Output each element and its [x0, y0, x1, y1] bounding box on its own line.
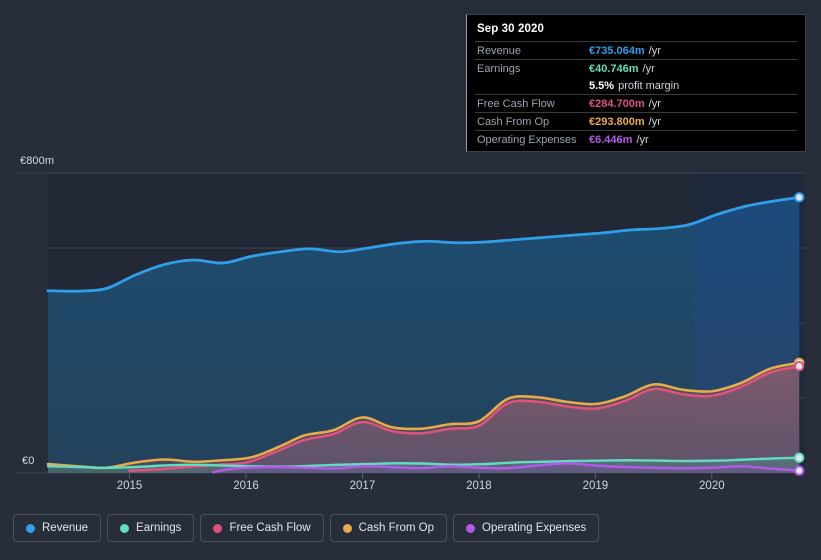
legend-item-earnings[interactable]: Earnings	[107, 514, 195, 542]
endpoint-marker	[793, 452, 805, 463]
legend-item-label: Revenue	[42, 522, 89, 534]
tooltip-row-unit: profit margin	[618, 79, 680, 92]
legend-color-dot-icon	[26, 523, 35, 533]
tooltip-row-label: Earnings	[477, 62, 521, 75]
tooltip-row-value: €293.800m	[589, 115, 645, 128]
legend-color-dot-icon	[120, 523, 130, 533]
legend-item-label: Free Cash Flow	[229, 522, 311, 534]
x-axis-label: 2020	[699, 480, 725, 492]
tooltip-row: Free Cash Flow €284.700m/yr	[475, 94, 797, 112]
x-axis-label: 2017	[349, 480, 376, 492]
tooltip-row-unit: /yr	[648, 97, 661, 110]
tooltip-row-value: €284.700m	[589, 97, 645, 110]
tooltip-row-value: 5.5%	[589, 79, 615, 92]
endpoint-marker	[793, 192, 805, 203]
y-axis-max-label: €800m	[20, 155, 55, 167]
chart-tooltip: Sep 30 2020 Revenue €735.064m/yr Earnings €…	[466, 14, 806, 152]
tooltip-row-label: Free Cash Flow	[477, 97, 555, 110]
chart-legend[interactable]: Revenue Earnings Free Cash Flow Cash From O…	[13, 514, 600, 542]
tooltip-row-value: €735.064m	[589, 44, 645, 57]
legend-item-free-cash-flow[interactable]: Free Cash Flow	[200, 514, 324, 542]
legend-color-dot-icon	[466, 523, 476, 533]
tooltip-row-value: €6.446m	[589, 133, 633, 146]
legend-item-operating-expenses[interactable]: Operating Expenses	[453, 514, 600, 542]
tooltip-row: Cash From Op €293.800m/yr	[475, 112, 797, 130]
legend-item-cash-from-op[interactable]: Cash From Op	[329, 514, 448, 542]
tooltip-row-unit: /yr	[636, 133, 649, 146]
endpoint-marker	[793, 361, 805, 372]
legend-item-label: Earnings	[136, 522, 182, 534]
x-axis-label: 2016	[233, 480, 259, 492]
tooltip-rows: Revenue €735.064m/yr Earnings €40.746m/yr 5.…	[467, 41, 805, 148]
tooltip-row: Earnings €40.746m/yr	[475, 59, 797, 77]
tooltip-row-label: Cash From Op	[477, 115, 550, 128]
tooltip-row-label: Revenue	[477, 44, 522, 57]
tooltip-row-unit: /yr	[648, 44, 661, 57]
legend-item-label: Cash From Op	[358, 522, 435, 534]
tooltip-row-label: Operating Expenses	[477, 133, 577, 146]
chart-page: €800m €0 2015 2016 2017 2018 2019 2020 Sep 30…	[0, 0, 821, 560]
y-axis-min-label: €0	[22, 455, 35, 467]
legend-color-dot-icon	[213, 523, 223, 533]
x-axis-label: 2015	[116, 480, 143, 492]
tooltip-row: 5.5% profit margin	[475, 77, 797, 94]
tooltip-row-unit: /yr	[642, 62, 655, 75]
legend-item-label: Operating Expenses	[482, 522, 587, 534]
x-axis-label: 2018	[466, 480, 492, 492]
tooltip-row: Operating Expenses €6.446m/yr	[475, 130, 797, 148]
legend-color-dot-icon	[342, 523, 352, 533]
tooltip-date: Sep 30 2020	[477, 23, 544, 35]
endpoint-marker	[793, 465, 805, 476]
x-axis-label: 2019	[582, 480, 609, 492]
tooltip-row-unit: /yr	[648, 115, 661, 128]
tooltip-row-value: €40.746m	[589, 62, 639, 75]
tooltip-row: Revenue €735.064m/yr	[475, 41, 797, 59]
legend-item-revenue[interactable]: Revenue	[13, 514, 102, 542]
